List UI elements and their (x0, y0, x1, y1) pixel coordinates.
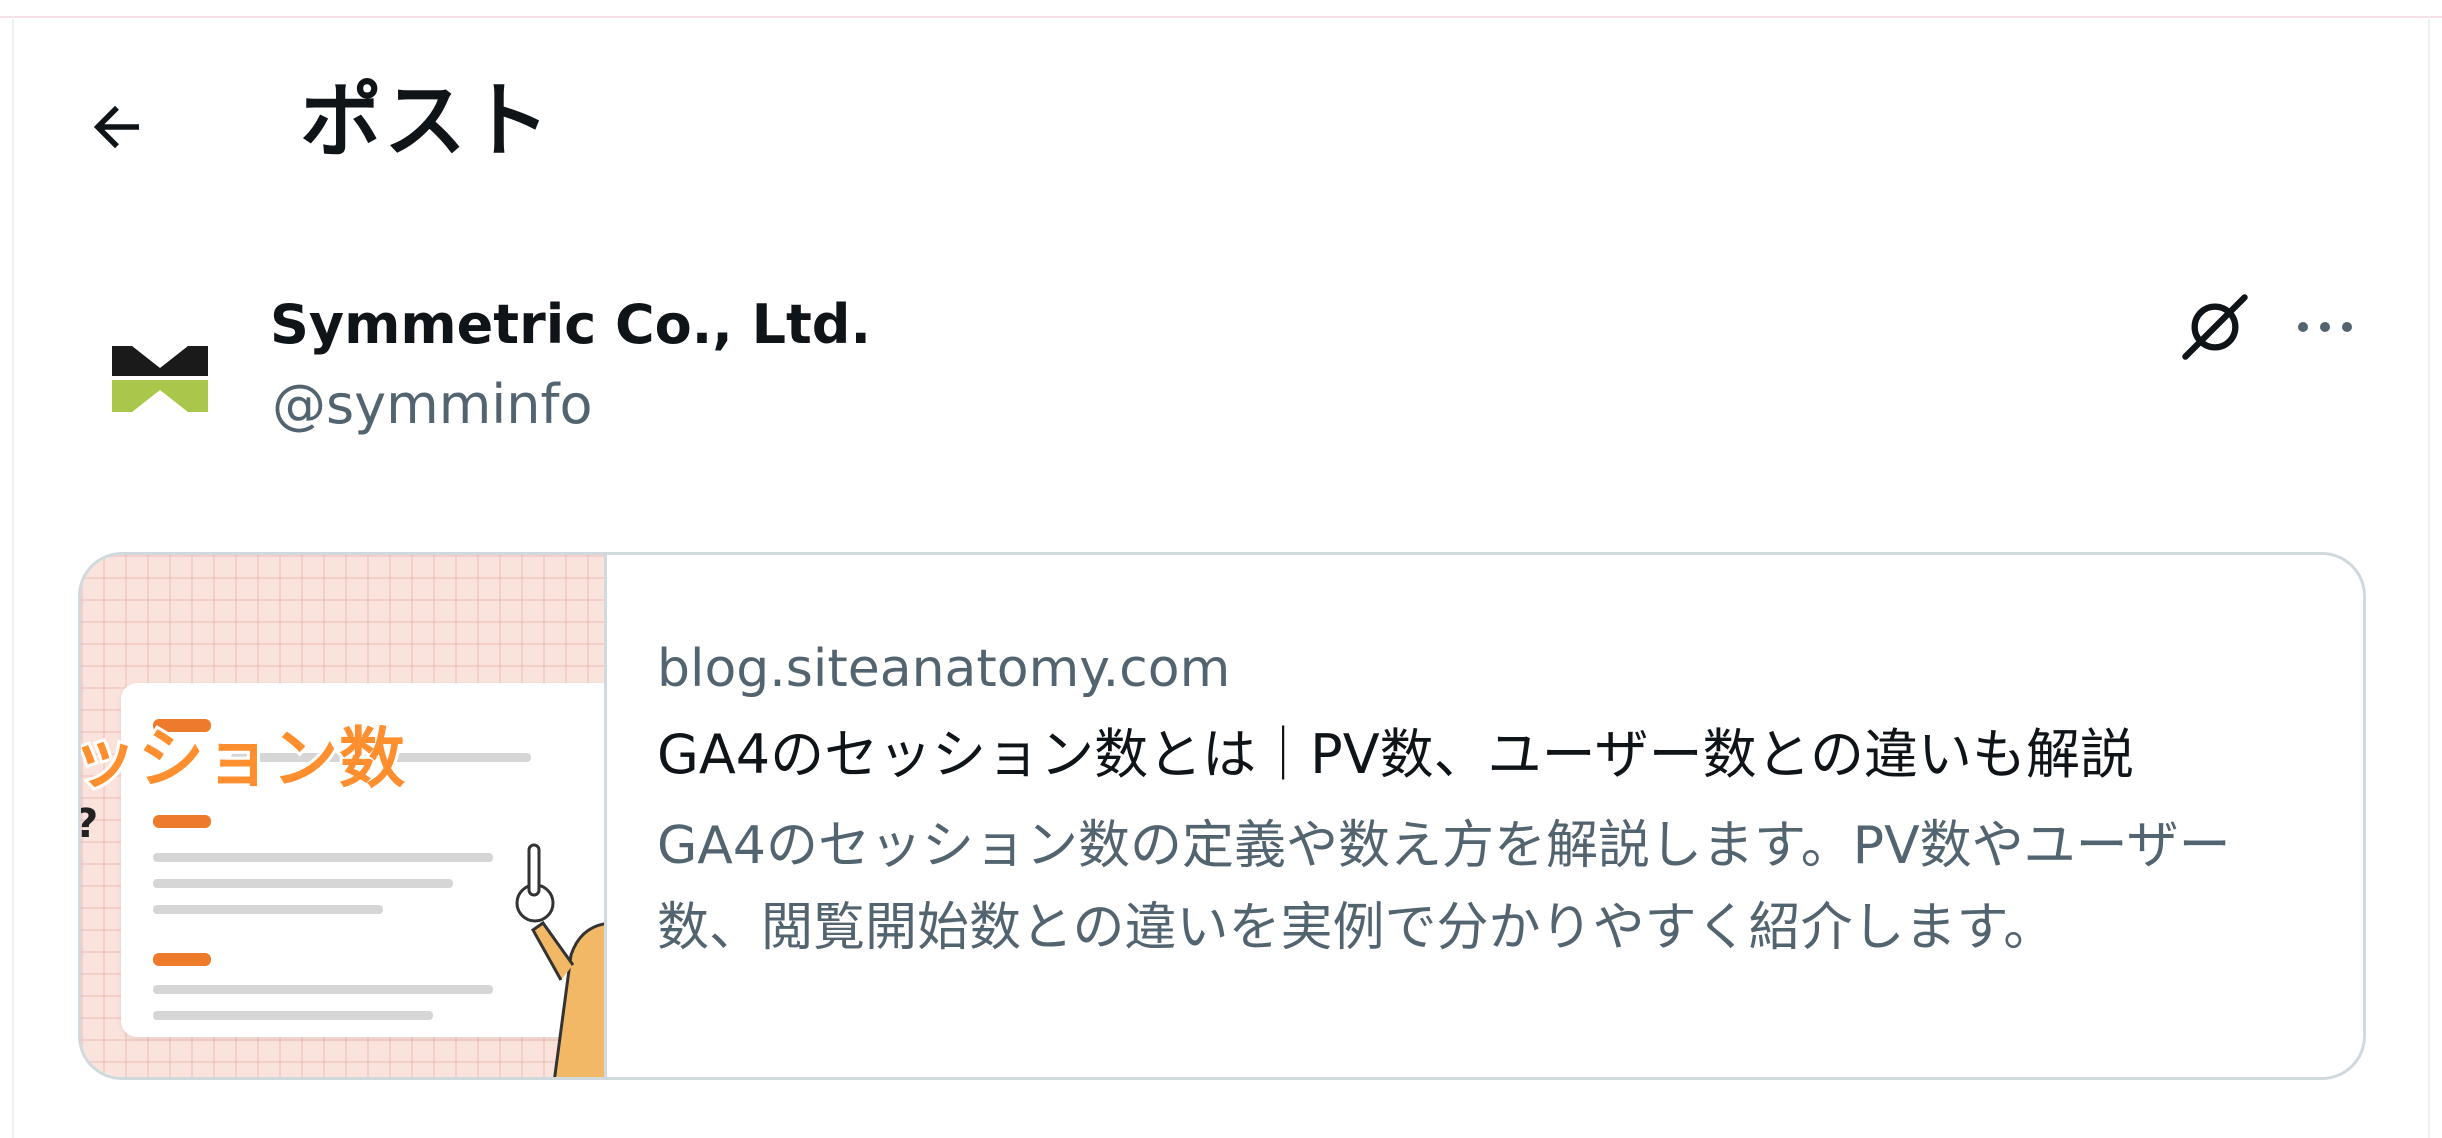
doc-tag (153, 815, 211, 828)
doc-line (153, 905, 383, 914)
doc-line (153, 879, 453, 888)
link-card-domain: blog.siteanatomy.com (657, 639, 1231, 699)
doc-line (153, 853, 493, 862)
arrow-left-icon (93, 105, 139, 149)
author-name[interactable]: Symmetric Co., Ltd. (270, 290, 871, 360)
more-button[interactable] (2280, 282, 2370, 372)
post-header: ポスト (0, 60, 2442, 190)
avatar[interactable] (80, 290, 240, 450)
back-button[interactable] (72, 82, 162, 172)
doc-line (153, 985, 493, 994)
thumbnail-question-mark: ? (81, 801, 98, 847)
doc-tag (153, 953, 211, 966)
doc-line (153, 1011, 433, 1020)
link-card-description: GA4のセッション数の定義や数え方を解説します。PV数やユーザー数、閲覧開始数と… (657, 816, 2231, 958)
link-card-thumbnail: ッション数 ? (81, 555, 607, 1077)
top-strip (0, 0, 2442, 18)
link-card-title: GA4のセッション数とは｜PV数、ユーザー数との違いも解説 (657, 723, 2135, 786)
more-horizontal-icon (2298, 322, 2352, 332)
link-card-body: blog.siteanatomy.com GA4のセッション数とは｜PV数、ユー… (657, 633, 2337, 969)
grok-icon (2182, 294, 2248, 360)
author-handle[interactable]: @symminfo (272, 370, 593, 440)
pointing-character-illustration (515, 843, 604, 1077)
grok-button[interactable] (2170, 282, 2260, 372)
thumbnail-title: ッション数 (81, 717, 408, 800)
post-author: Symmetric Co., Ltd. @symminfo (0, 270, 2442, 450)
link-card[interactable]: ッション数 ? blog.siteanatomy.com GA4のセッション数と… (78, 552, 2366, 1080)
symmetric-logo (112, 346, 208, 412)
page-title: ポスト (300, 74, 553, 169)
